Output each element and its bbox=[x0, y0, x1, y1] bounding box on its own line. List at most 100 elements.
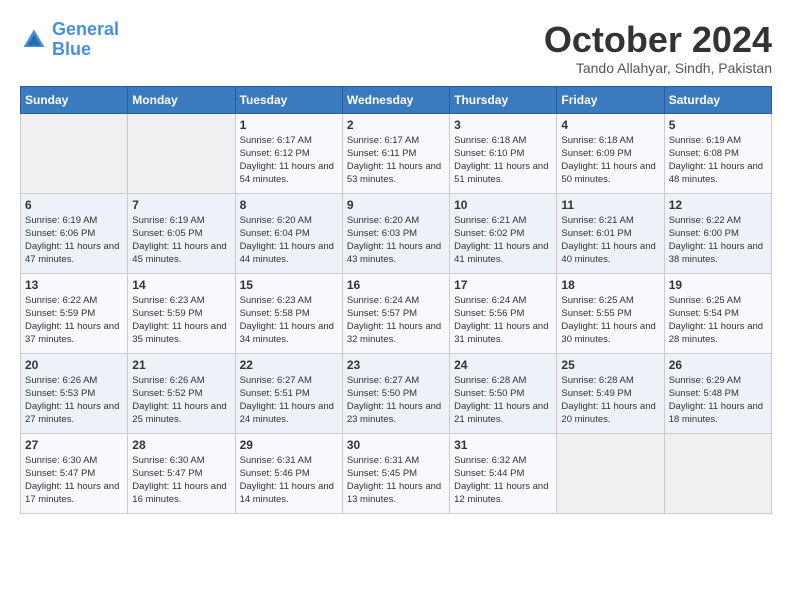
calendar-cell: 19Sunrise: 6:25 AM Sunset: 5:54 PM Dayli… bbox=[664, 273, 771, 353]
calendar-cell: 21 Sunrise: 6:26 AM Sunset: 5:52 PM Dayli… bbox=[128, 353, 235, 433]
cell-sun-info: Sunrise: 6:24 AM Sunset: 5:56 PM Dayligh… bbox=[454, 294, 552, 347]
weekday-header: Tuesday bbox=[235, 86, 342, 113]
calendar-cell: 8 Sunrise: 6:20 AM Sunset: 6:04 PM Daylig… bbox=[235, 193, 342, 273]
cell-sun-info: Sunrise: 6:23 AM Sunset: 5:58 PM Dayligh… bbox=[240, 294, 338, 347]
cell-sun-info: Sunrise: 6:30 AM Sunset: 5:47 PM Dayligh… bbox=[132, 454, 230, 507]
cell-sun-info: Sunrise: 6:31 AM Sunset: 5:46 PM Dayligh… bbox=[240, 454, 338, 507]
day-number: 5 bbox=[669, 118, 767, 132]
calendar-week-row: 13Sunrise: 6:22 AM Sunset: 5:59 PM Dayli… bbox=[21, 273, 772, 353]
calendar-cell: 4 Sunrise: 6:18 AM Sunset: 6:09 PM Daylig… bbox=[557, 113, 664, 193]
logo-line1: General bbox=[52, 19, 119, 39]
calendar-week-row: 27 Sunrise: 6:30 AM Sunset: 5:47 PM Dayli… bbox=[21, 433, 772, 513]
day-number: 29 bbox=[240, 438, 338, 452]
calendar-cell: 17 Sunrise: 6:24 AM Sunset: 5:56 PM Dayli… bbox=[450, 273, 557, 353]
day-number: 3 bbox=[454, 118, 552, 132]
day-number: 9 bbox=[347, 198, 445, 212]
day-number: 25 bbox=[561, 358, 659, 372]
calendar-cell: 11 Sunrise: 6:21 AM Sunset: 6:01 PM Dayli… bbox=[557, 193, 664, 273]
day-number: 28 bbox=[132, 438, 230, 452]
calendar-cell: 27 Sunrise: 6:30 AM Sunset: 5:47 PM Dayli… bbox=[21, 433, 128, 513]
cell-sun-info: Sunrise: 6:20 AM Sunset: 6:04 PM Dayligh… bbox=[240, 214, 338, 267]
cell-sun-info: Sunrise: 6:17 AM Sunset: 6:12 PM Dayligh… bbox=[240, 134, 338, 187]
cell-sun-info: Sunrise: 6:31 AM Sunset: 5:45 PM Dayligh… bbox=[347, 454, 445, 507]
calendar-cell: 28 Sunrise: 6:30 AM Sunset: 5:47 PM Dayli… bbox=[128, 433, 235, 513]
calendar-cell: 20 Sunrise: 6:26 AM Sunset: 5:53 PM Dayli… bbox=[21, 353, 128, 433]
cell-sun-info: Sunrise: 6:24 AM Sunset: 5:57 PM Dayligh… bbox=[347, 294, 445, 347]
day-number: 18 bbox=[561, 278, 659, 292]
calendar-cell: 22Sunrise: 6:27 AM Sunset: 5:51 PM Dayli… bbox=[235, 353, 342, 433]
day-number: 7 bbox=[132, 198, 230, 212]
calendar-cell: 23Sunrise: 6:27 AM Sunset: 5:50 PM Dayli… bbox=[342, 353, 449, 433]
weekday-header-row: SundayMondayTuesdayWednesdayThursdayFrid… bbox=[21, 86, 772, 113]
calendar-cell: 26 Sunrise: 6:29 AM Sunset: 5:48 PM Dayli… bbox=[664, 353, 771, 433]
calendar-cell bbox=[557, 433, 664, 513]
title-block: October 2024 Tando Allahyar, Sindh, Paki… bbox=[544, 20, 772, 76]
cell-sun-info: Sunrise: 6:19 AM Sunset: 6:05 PM Dayligh… bbox=[132, 214, 230, 267]
weekday-header: Sunday bbox=[21, 86, 128, 113]
day-number: 31 bbox=[454, 438, 552, 452]
cell-sun-info: Sunrise: 6:27 AM Sunset: 5:50 PM Dayligh… bbox=[347, 374, 445, 427]
location-subtitle: Tando Allahyar, Sindh, Pakistan bbox=[544, 60, 772, 76]
month-title: October 2024 bbox=[544, 20, 772, 60]
calendar-cell: 6 Sunrise: 6:19 AM Sunset: 6:06 PM Daylig… bbox=[21, 193, 128, 273]
day-number: 21 bbox=[132, 358, 230, 372]
cell-sun-info: Sunrise: 6:21 AM Sunset: 6:01 PM Dayligh… bbox=[561, 214, 659, 267]
weekday-header: Saturday bbox=[664, 86, 771, 113]
day-number: 20 bbox=[25, 358, 123, 372]
calendar-week-row: 6 Sunrise: 6:19 AM Sunset: 6:06 PM Daylig… bbox=[21, 193, 772, 273]
cell-sun-info: Sunrise: 6:17 AM Sunset: 6:11 PM Dayligh… bbox=[347, 134, 445, 187]
day-number: 26 bbox=[669, 358, 767, 372]
calendar-cell: 29 Sunrise: 6:31 AM Sunset: 5:46 PM Dayli… bbox=[235, 433, 342, 513]
cell-sun-info: Sunrise: 6:22 AM Sunset: 6:00 PM Dayligh… bbox=[669, 214, 767, 267]
cell-sun-info: Sunrise: 6:23 AM Sunset: 5:59 PM Dayligh… bbox=[132, 294, 230, 347]
cell-sun-info: Sunrise: 6:28 AM Sunset: 5:50 PM Dayligh… bbox=[454, 374, 552, 427]
logo-line2: Blue bbox=[52, 39, 91, 59]
calendar-cell: 7 Sunrise: 6:19 AM Sunset: 6:05 PM Daylig… bbox=[128, 193, 235, 273]
calendar-cell: 24Sunrise: 6:28 AM Sunset: 5:50 PM Dayli… bbox=[450, 353, 557, 433]
day-number: 6 bbox=[25, 198, 123, 212]
day-number: 11 bbox=[561, 198, 659, 212]
calendar-cell: 10Sunrise: 6:21 AM Sunset: 6:02 PM Dayli… bbox=[450, 193, 557, 273]
cell-sun-info: Sunrise: 6:18 AM Sunset: 6:09 PM Dayligh… bbox=[561, 134, 659, 187]
cell-sun-info: Sunrise: 6:25 AM Sunset: 5:54 PM Dayligh… bbox=[669, 294, 767, 347]
day-number: 4 bbox=[561, 118, 659, 132]
cell-sun-info: Sunrise: 6:19 AM Sunset: 6:06 PM Dayligh… bbox=[25, 214, 123, 267]
day-number: 10 bbox=[454, 198, 552, 212]
weekday-header: Wednesday bbox=[342, 86, 449, 113]
calendar-cell: 13Sunrise: 6:22 AM Sunset: 5:59 PM Dayli… bbox=[21, 273, 128, 353]
logo-icon bbox=[20, 26, 48, 54]
cell-sun-info: Sunrise: 6:19 AM Sunset: 6:08 PM Dayligh… bbox=[669, 134, 767, 187]
page-header: General Blue October 2024 Tando Allahyar… bbox=[20, 20, 772, 76]
calendar-cell: 15Sunrise: 6:23 AM Sunset: 5:58 PM Dayli… bbox=[235, 273, 342, 353]
day-number: 2 bbox=[347, 118, 445, 132]
weekday-header: Friday bbox=[557, 86, 664, 113]
calendar-cell: 18 Sunrise: 6:25 AM Sunset: 5:55 PM Dayli… bbox=[557, 273, 664, 353]
cell-sun-info: Sunrise: 6:32 AM Sunset: 5:44 PM Dayligh… bbox=[454, 454, 552, 507]
cell-sun-info: Sunrise: 6:29 AM Sunset: 5:48 PM Dayligh… bbox=[669, 374, 767, 427]
calendar-cell: 31 Sunrise: 6:32 AM Sunset: 5:44 PM Dayli… bbox=[450, 433, 557, 513]
cell-sun-info: Sunrise: 6:30 AM Sunset: 5:47 PM Dayligh… bbox=[25, 454, 123, 507]
weekday-header: Monday bbox=[128, 86, 235, 113]
day-number: 12 bbox=[669, 198, 767, 212]
calendar-cell: 16 Sunrise: 6:24 AM Sunset: 5:57 PM Dayli… bbox=[342, 273, 449, 353]
calendar-cell bbox=[21, 113, 128, 193]
day-number: 1 bbox=[240, 118, 338, 132]
cell-sun-info: Sunrise: 6:18 AM Sunset: 6:10 PM Dayligh… bbox=[454, 134, 552, 187]
day-number: 27 bbox=[25, 438, 123, 452]
cell-sun-info: Sunrise: 6:22 AM Sunset: 5:59 PM Dayligh… bbox=[25, 294, 123, 347]
logo: General Blue bbox=[20, 20, 119, 60]
calendar-cell: 9Sunrise: 6:20 AM Sunset: 6:03 PM Daylig… bbox=[342, 193, 449, 273]
calendar-cell: 5 Sunrise: 6:19 AM Sunset: 6:08 PM Daylig… bbox=[664, 113, 771, 193]
calendar-cell: 3 Sunrise: 6:18 AM Sunset: 6:10 PM Daylig… bbox=[450, 113, 557, 193]
cell-sun-info: Sunrise: 6:28 AM Sunset: 5:49 PM Dayligh… bbox=[561, 374, 659, 427]
calendar-cell bbox=[664, 433, 771, 513]
day-number: 17 bbox=[454, 278, 552, 292]
cell-sun-info: Sunrise: 6:26 AM Sunset: 5:53 PM Dayligh… bbox=[25, 374, 123, 427]
day-number: 8 bbox=[240, 198, 338, 212]
calendar-week-row: 1 Sunrise: 6:17 AM Sunset: 6:12 PM Daylig… bbox=[21, 113, 772, 193]
day-number: 22 bbox=[240, 358, 338, 372]
cell-sun-info: Sunrise: 6:25 AM Sunset: 5:55 PM Dayligh… bbox=[561, 294, 659, 347]
day-number: 16 bbox=[347, 278, 445, 292]
cell-sun-info: Sunrise: 6:26 AM Sunset: 5:52 PM Dayligh… bbox=[132, 374, 230, 427]
logo-text: General Blue bbox=[52, 20, 119, 60]
